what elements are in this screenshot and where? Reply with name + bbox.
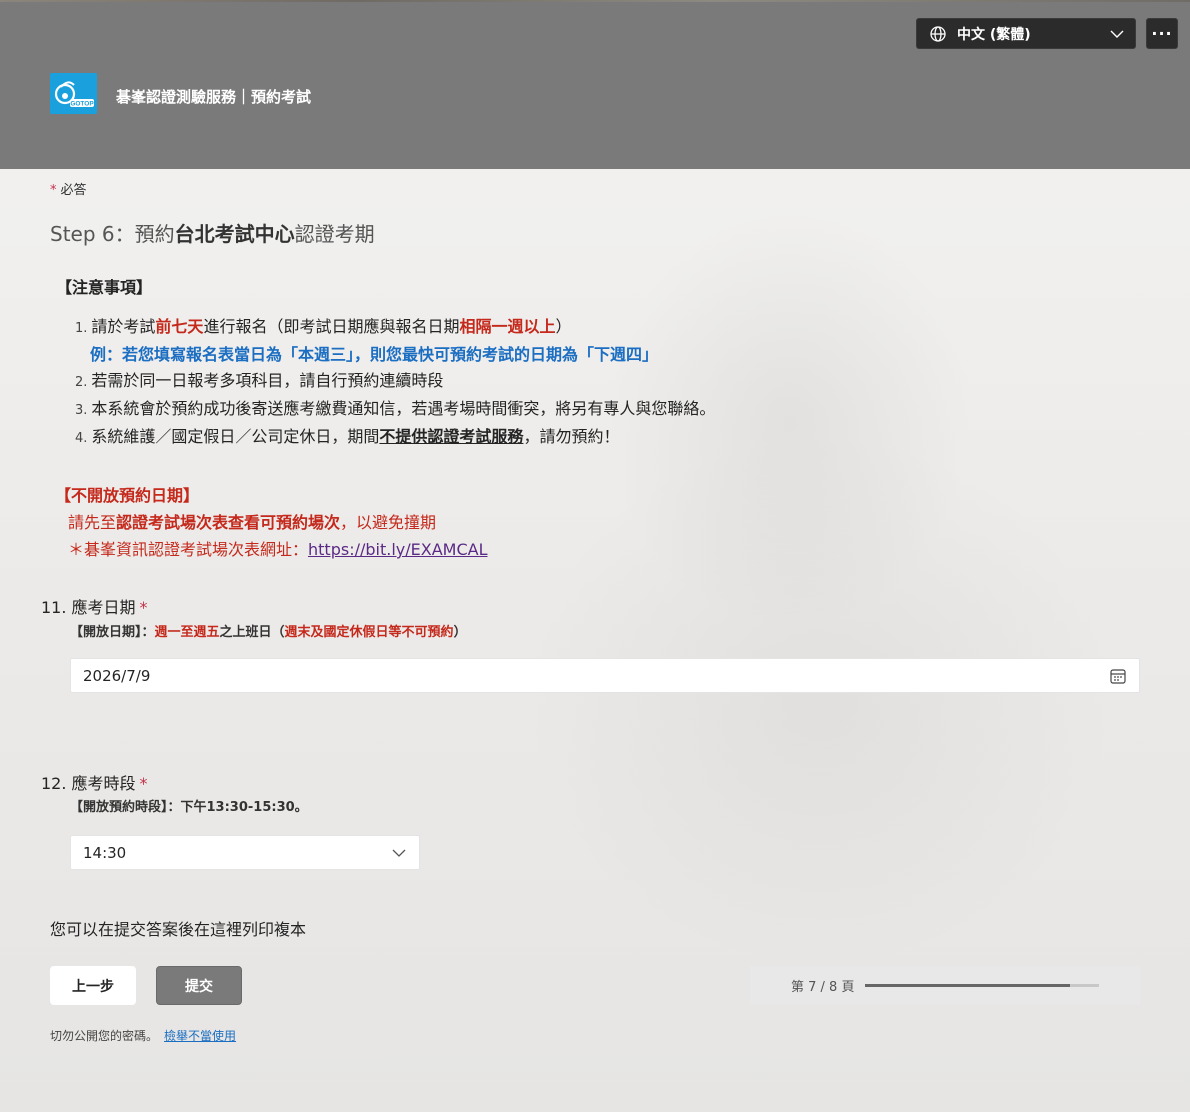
closed-dates-section: 【不開放預約日期】 請先至認證考試場次表查看可預約場次，以避免撞期 ＊碁峯資訊認…	[55, 482, 487, 563]
notice-section: 【注意事項】 1. 請於考試前七天進行報名（即考試日期應與報名日期相隔一週以上） …	[50, 275, 1050, 452]
chevron-down-icon	[1110, 30, 1124, 38]
required-star: *	[50, 183, 57, 198]
more-options-button[interactable]: ···	[1146, 18, 1178, 49]
notice-heading: 【注意事項】	[56, 278, 153, 297]
exam-date-input[interactable]: 2026/7/9	[70, 658, 1140, 693]
progress-bar-fill	[865, 984, 1071, 987]
closed-dates-heading: 【不開放預約日期】	[55, 486, 200, 505]
required-star: *	[139, 774, 148, 793]
notice-list: 1. 請於考試前七天進行報名（即考試日期應與報名日期相隔一週以上） 例：若您填寫報…	[75, 314, 1050, 452]
closed-dates-instruction: 請先至認證考試場次表查看可預約場次，以避免撞期	[68, 513, 437, 532]
required-star: *	[139, 598, 148, 617]
report-abuse-link[interactable]: 檢舉不當使用	[164, 1029, 236, 1043]
exam-time-select[interactable]: 14:30	[70, 835, 420, 870]
form-body: * 必答 Step 6：預約台北考試中心認證考期 【注意事項】 1. 請於考試前七天…	[0, 169, 1190, 1112]
language-label: 中文 (繁體)	[957, 26, 1031, 43]
gotop-logo: GOTOP	[50, 73, 97, 114]
page-indicator: 第 7 / 8 頁	[791, 980, 855, 995]
notice-item-3: 3. 本系統會於預約成功後寄送應考繳費通知信，若遇考場時間衝突，將另有專人與您聯絡…	[75, 399, 716, 418]
previous-button[interactable]: 上一步	[50, 966, 136, 1005]
question-12-hint: 【開放預約時段】：下午13:30-15:30。	[70, 800, 308, 815]
exam-date-value: 2026/7/9	[83, 666, 151, 685]
section-title: Step 6：預約台北考試中心認證考期	[50, 222, 375, 246]
globe-icon	[930, 25, 946, 42]
required-note: * 必答	[50, 183, 87, 198]
password-warning: 切勿公開您的密碼。	[50, 1029, 159, 1043]
notice-item-2: 2. 若需於同一日報考多項科目，請自行預約連續時段	[75, 371, 444, 390]
exam-time-value: 14:30	[83, 843, 127, 862]
notice-item-1: 1. 請於考試前七天進行報名（即考試日期應與報名日期相隔一週以上）	[75, 317, 572, 336]
submit-button[interactable]: 提交	[156, 966, 242, 1005]
page-progress: 第 7 / 8 頁	[750, 966, 1140, 1005]
question-11-hint: 【開放日期】：週一至週五之上班日（週末及國定休假日等不可預約）	[70, 625, 467, 640]
print-copy-note: 您可以在提交答案後在這裡列印複本	[50, 920, 307, 939]
language-select[interactable]: 中文 (繁體)	[916, 18, 1136, 49]
question-11-label: 11. 應考日期 *	[41, 598, 148, 617]
form-title: 碁峯認證測驗服務｜預約考試	[116, 88, 312, 106]
footer: 切勿公開您的密碼。 檢舉不當使用	[50, 1027, 236, 1044]
chevron-down-icon	[392, 849, 406, 857]
progress-bar	[865, 984, 1100, 987]
closed-dates-url-line: ＊碁峯資訊認證考試場次表網址：https://bit.ly/EXAMCAL	[68, 540, 488, 559]
form-header: 中文 (繁體) ··· GOTOP 碁峯認證測驗服務｜預約考試	[0, 0, 1190, 169]
calendar-icon[interactable]	[1109, 667, 1127, 685]
question-12-label: 12. 應考時段 *	[41, 774, 148, 793]
examcal-link[interactable]: https://bit.ly/EXAMCAL	[308, 540, 487, 559]
notice-example: 例：若您填寫報名表當日為「本週三」，則您最快可預約考試的日期為「下週四」	[90, 345, 659, 364]
header-banner-strip	[0, 0, 1190, 2]
svg-text:GOTOP: GOTOP	[70, 101, 94, 108]
notice-item-4: 4. 系統維護／國定假日／公司定休日，期間不提供認證考試服務，請勿預約！	[75, 427, 620, 446]
